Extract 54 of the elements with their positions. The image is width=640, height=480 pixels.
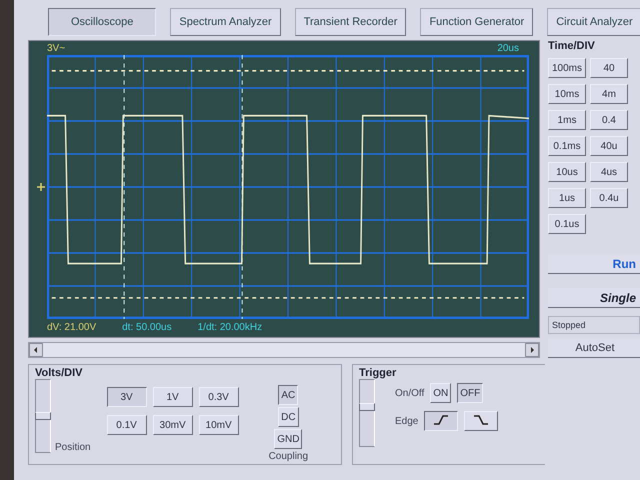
volts-div-title: Volts/DIV [35, 367, 84, 379]
option-button[interactable]: 3V [106, 387, 147, 407]
voltage-delta-readout: dV: 21.00V [47, 322, 96, 333]
ground-marker-icon [37, 183, 45, 191]
volts-per-div-readout: 3V~ [47, 43, 66, 55]
option-button[interactable]: 40 [590, 58, 628, 78]
option-button[interactable]: 10ms [548, 84, 586, 104]
option-button[interactable]: 0.1V [106, 415, 147, 435]
option-button[interactable]: 40u [590, 136, 628, 156]
option-button[interactable]: 10us [548, 162, 586, 182]
option-button[interactable]: AC [278, 385, 298, 405]
edge-button[interactable] [424, 411, 458, 431]
single-button[interactable]: Single [548, 288, 640, 308]
scroll-left-icon[interactable] [29, 343, 43, 357]
scroll-right-icon[interactable] [525, 343, 539, 357]
option-button[interactable]: 0.1us [548, 214, 586, 234]
option-button[interactable]: 100ms [548, 58, 586, 78]
option-button[interactable]: 4m [590, 84, 628, 104]
option-button[interactable]: 1V [152, 387, 193, 407]
falling-edge-icon [473, 414, 490, 426]
coupling-label: Coupling [268, 451, 308, 462]
tab[interactable]: Transient Recorder [294, 8, 406, 36]
slider-thumb[interactable] [359, 403, 375, 412]
option-button[interactable]: 0.3V [198, 387, 239, 407]
option-button[interactable]: 0.4 [590, 110, 628, 130]
option-button[interactable]: 0.1ms [548, 136, 586, 156]
option-button[interactable]: DC [278, 407, 299, 427]
option-button[interactable]: OFF [457, 383, 484, 403]
trigger-title: Trigger [359, 367, 398, 379]
time-per-div-readout: 20us [497, 43, 519, 55]
on-off-label: On/Off [395, 388, 424, 398]
option-button[interactable]: ON [430, 383, 452, 403]
tab[interactable]: Function Generator [420, 8, 534, 36]
rising-edge-icon [433, 414, 450, 426]
option-button[interactable]: GND [274, 429, 302, 449]
option-button[interactable]: 0.4u [590, 188, 628, 208]
run-button[interactable]: Run [548, 254, 640, 274]
tab[interactable]: Oscilloscope [48, 8, 156, 36]
option-button[interactable]: 10mV [198, 415, 239, 435]
time-div-title: Time/DIV [548, 40, 596, 52]
tab[interactable]: Circuit Analyzer [547, 8, 640, 36]
option-button[interactable]: 4us [590, 162, 628, 182]
option-button[interactable]: 30mV [152, 415, 193, 435]
position-label: Position [55, 442, 91, 453]
option-button[interactable]: 1ms [548, 110, 586, 130]
slider-thumb[interactable] [35, 412, 51, 420]
time-delta-readout: dt: 50.00us [122, 322, 172, 333]
horizontal-scrollbar[interactable] [28, 342, 540, 358]
status-field: Stopped [548, 316, 640, 334]
frequency-readout: 1/dt: 20.00kHz [198, 322, 262, 333]
tab[interactable]: Spectrum Analyzer [170, 8, 281, 36]
autoset-button[interactable]: AutoSet [548, 338, 640, 358]
option-button[interactable]: 1us [548, 188, 586, 208]
edge-label: Edge [395, 416, 418, 426]
